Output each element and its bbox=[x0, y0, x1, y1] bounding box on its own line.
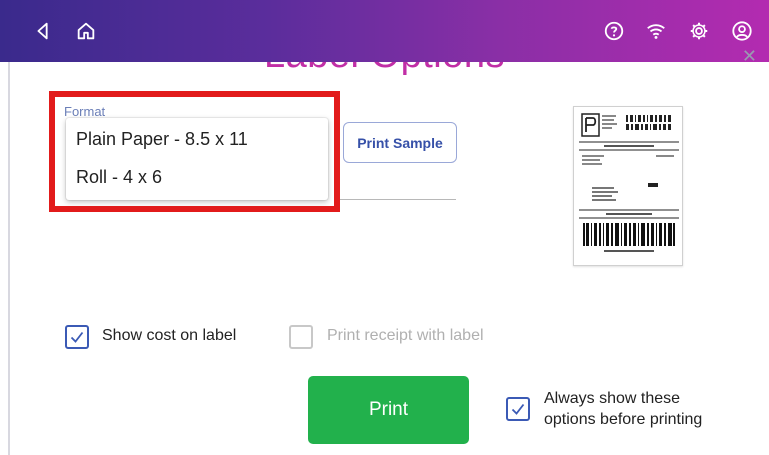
show-cost-label[interactable]: Show cost on label bbox=[102, 327, 236, 345]
home-icon[interactable] bbox=[73, 18, 99, 44]
always-show-label[interactable]: Always show these options before printin… bbox=[544, 388, 702, 430]
format-field-underline bbox=[340, 199, 456, 200]
checkmark-icon bbox=[70, 331, 84, 343]
always-show-checkbox[interactable] bbox=[506, 397, 530, 421]
gear-icon[interactable] bbox=[686, 18, 712, 44]
print-button[interactable]: Print bbox=[308, 376, 469, 444]
label-preview bbox=[573, 106, 683, 266]
wifi-icon[interactable] bbox=[643, 18, 669, 44]
print-receipt-label[interactable]: Print receipt with label bbox=[327, 327, 484, 345]
help-icon[interactable] bbox=[601, 18, 627, 44]
print-sample-button[interactable]: Print Sample bbox=[343, 122, 457, 163]
page-title: Label Options bbox=[0, 62, 769, 77]
page-edge bbox=[8, 62, 10, 455]
show-cost-checkbox[interactable] bbox=[65, 325, 89, 349]
highlight-box bbox=[49, 91, 340, 212]
account-icon[interactable] bbox=[729, 18, 755, 44]
always-show-line1: Always show these bbox=[544, 390, 681, 407]
top-nav-bar bbox=[0, 0, 769, 62]
back-icon[interactable] bbox=[30, 18, 56, 44]
print-receipt-checkbox[interactable] bbox=[289, 325, 313, 349]
always-show-line2: options before printing bbox=[544, 411, 703, 428]
title-clip: Label Options bbox=[0, 62, 769, 84]
checkmark-icon bbox=[511, 403, 525, 415]
